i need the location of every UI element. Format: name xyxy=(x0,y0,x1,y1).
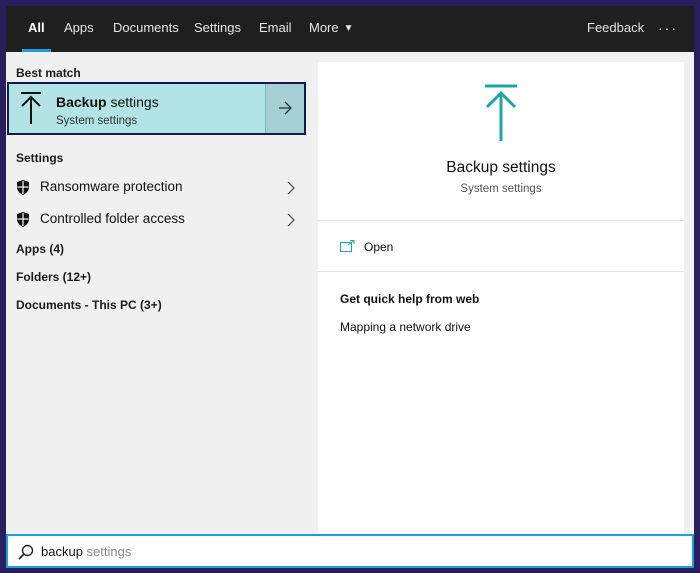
best-match-result[interactable]: Backup settings System settings xyxy=(7,82,306,135)
preview-pane: Backup settings System settings Open Get… xyxy=(318,62,684,534)
tab-email[interactable]: Email xyxy=(259,6,292,52)
shield-icon xyxy=(17,212,29,227)
chevron-right-icon xyxy=(287,181,295,195)
help-heading: Get quick help from web xyxy=(340,292,480,306)
category-documents[interactable]: Documents - This PC (3+) xyxy=(16,298,162,312)
tab-documents[interactable]: Documents xyxy=(113,6,179,52)
category-apps[interactable]: Apps (4) xyxy=(16,242,64,256)
preview-title: Backup settings xyxy=(446,159,556,176)
open-details-button[interactable] xyxy=(265,84,304,133)
search-bar[interactable]: backup settings xyxy=(6,534,694,568)
tab-settings[interactable]: Settings xyxy=(194,6,241,52)
best-match-heading: Best match xyxy=(16,66,81,80)
search-window: All Apps Documents Settings Email More ▼ … xyxy=(6,6,694,568)
settings-heading: Settings xyxy=(16,151,64,165)
best-match-title: Backup settings xyxy=(56,94,159,110)
results-pane: Best match Backup settings System settin… xyxy=(6,52,309,534)
tab-all[interactable]: All xyxy=(22,6,51,52)
best-match-title-bold: Backup xyxy=(56,94,107,110)
divider xyxy=(318,220,684,221)
chevron-right-icon xyxy=(287,213,295,227)
help-link[interactable]: Mapping a network drive xyxy=(340,320,471,334)
settings-item-label: Controlled folder access xyxy=(40,211,185,226)
search-scope-tabs: All Apps Documents Settings Email More ▼ … xyxy=(6,6,694,52)
backup-arrow-icon xyxy=(21,92,41,124)
best-match-subtitle: System settings xyxy=(56,115,138,127)
feedback-button[interactable]: Feedback xyxy=(587,6,644,52)
settings-item-label: Ransomware protection xyxy=(40,179,183,194)
search-icon xyxy=(18,544,34,560)
tab-apps[interactable]: Apps xyxy=(64,6,94,52)
preview-subtitle: System settings xyxy=(460,183,542,195)
arrow-right-icon xyxy=(279,101,292,115)
category-folders[interactable]: Folders (12+) xyxy=(16,270,91,284)
backup-arrow-icon xyxy=(485,84,517,141)
divider xyxy=(318,271,684,272)
open-action[interactable]: Open xyxy=(318,222,684,270)
tab-more[interactable]: More ▼ xyxy=(309,6,354,52)
open-external-icon xyxy=(340,240,355,252)
open-label: Open xyxy=(364,240,394,254)
shield-icon xyxy=(17,180,29,195)
settings-item-ransomware[interactable]: Ransomware protection xyxy=(6,172,309,202)
tab-more-label: More xyxy=(309,20,339,35)
search-autocomplete: settings xyxy=(82,544,132,559)
best-match-title-rest: settings xyxy=(106,94,159,110)
chevron-down-icon: ▼ xyxy=(343,23,354,34)
more-options-icon[interactable]: ··· xyxy=(658,6,678,52)
search-input[interactable]: backup settings xyxy=(41,544,131,559)
search-typed-text: backup xyxy=(41,544,83,559)
settings-item-controlled-folder[interactable]: Controlled folder access xyxy=(6,204,309,234)
